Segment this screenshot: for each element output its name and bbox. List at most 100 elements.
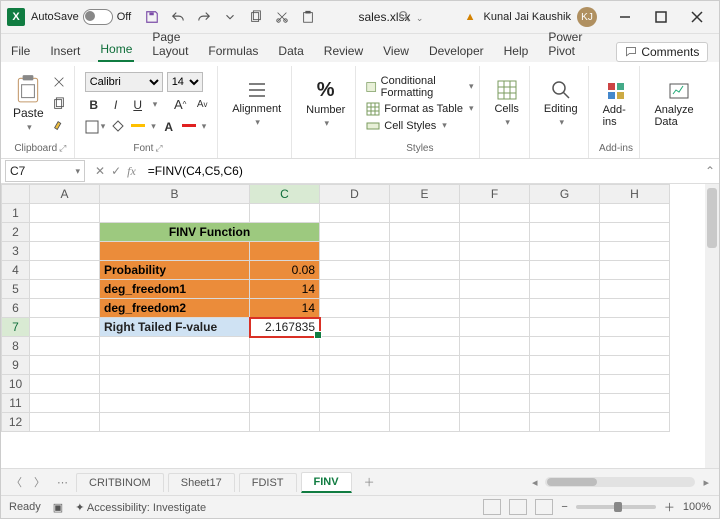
tab-home[interactable]: Home [98, 38, 134, 62]
cell-B3[interactable] [100, 242, 250, 261]
addins-button[interactable]: Add-ins [599, 80, 634, 128]
cell-B6[interactable]: deg_freedom2 [100, 299, 250, 318]
row-3[interactable]: 3 [2, 242, 30, 261]
formula-input[interactable] [142, 161, 701, 181]
editing-button[interactable]: Editing▾ [540, 79, 582, 128]
search-icon[interactable] [397, 9, 411, 26]
conditional-formatting-button[interactable]: Conditional Formatting▾ [366, 75, 473, 99]
page-layout-view-icon[interactable] [509, 499, 527, 515]
filename[interactable]: sales.xlsx ⌄ [358, 10, 423, 24]
cut-icon[interactable] [50, 73, 68, 91]
tab-file[interactable]: File [9, 40, 32, 62]
zoom-in-button[interactable]: ＋ [664, 499, 675, 515]
paste-button[interactable]: Paste▾ [13, 74, 44, 133]
sheet-nav-next-icon[interactable]: 〉 [30, 474, 49, 490]
zoom-slider[interactable] [576, 505, 656, 509]
tab-insert[interactable]: Insert [48, 40, 82, 62]
maximize-button[interactable] [645, 5, 677, 29]
sheet-tab-sheet17[interactable]: Sheet17 [168, 473, 235, 492]
save-icon[interactable] [143, 8, 161, 26]
font-size-select[interactable]: 14 [167, 72, 203, 92]
redo-icon[interactable] [195, 8, 213, 26]
autosave[interactable]: AutoSave Off [31, 9, 131, 25]
horizontal-scrollbar[interactable]: ◂▸ [387, 476, 713, 489]
vertical-scrollbar[interactable] [705, 184, 719, 468]
row-8[interactable]: 8 [2, 337, 30, 356]
font-dialog-launcher-icon[interactable]: ⤢ [155, 143, 162, 154]
row-2[interactable]: 2 [2, 223, 30, 242]
col-H[interactable]: H [600, 185, 670, 204]
row-4[interactable]: 4 [2, 261, 30, 280]
shrink-font-button[interactable]: Av [193, 96, 211, 114]
cell-C4[interactable]: 0.08 [250, 261, 320, 280]
expand-formula-bar-icon[interactable]: ⌃ [701, 164, 719, 178]
row-6[interactable]: 6 [2, 299, 30, 318]
cell-B7[interactable]: Right Tailed F-value [100, 318, 250, 337]
normal-view-icon[interactable] [483, 499, 501, 515]
grow-font-button[interactable]: A^ [171, 96, 189, 114]
macro-record-icon[interactable]: ▣ [53, 501, 63, 514]
col-F[interactable]: F [460, 185, 530, 204]
col-A[interactable]: A [30, 185, 100, 204]
row-7[interactable]: 7 [2, 318, 30, 337]
tab-view[interactable]: View [381, 40, 411, 62]
cell-C7-selected[interactable]: 2.167835 [250, 318, 320, 337]
number-format-button[interactable]: % Number▾ [302, 79, 349, 129]
cell-C6[interactable]: 14 [250, 299, 320, 318]
tab-formulas[interactable]: Formulas [206, 40, 260, 62]
paste-qat-icon[interactable] [299, 8, 317, 26]
grid[interactable]: A B C D E F G H 1 2FINV Function 3 4Prob… [1, 184, 670, 432]
border-button[interactable]: ▾ [85, 118, 106, 136]
avatar[interactable]: KJ [577, 7, 597, 27]
fx-icon[interactable]: fx [127, 164, 136, 179]
user-area[interactable]: ▲ Kunal Jai Kaushik KJ [465, 7, 597, 27]
row-1[interactable]: 1 [2, 204, 30, 223]
col-D[interactable]: D [320, 185, 390, 204]
sheet-tab-fdist[interactable]: FDIST [239, 473, 297, 492]
qat-more-icon[interactable] [221, 8, 239, 26]
cell-C3[interactable] [250, 242, 320, 261]
copy-qat-icon[interactable] [247, 8, 265, 26]
autosave-toggle[interactable] [83, 9, 113, 25]
cut-qat-icon[interactable] [273, 8, 291, 26]
col-C[interactable]: C [250, 185, 320, 204]
bold-button[interactable]: B [85, 96, 103, 114]
cell-B2C2-title[interactable]: FINV Function [100, 223, 320, 242]
col-E[interactable]: E [390, 185, 460, 204]
col-G[interactable]: G [530, 185, 600, 204]
cell-C5[interactable]: 14 [250, 280, 320, 299]
zoom-level[interactable]: 100% [683, 501, 711, 513]
tab-power-pivot[interactable]: Power Pivot [546, 26, 584, 62]
sheet-nav-prev-icon[interactable]: 〈 [7, 474, 26, 490]
underline-button[interactable]: U [129, 96, 147, 114]
select-all-corner[interactable] [2, 185, 30, 204]
close-button[interactable] [681, 5, 713, 29]
tab-data[interactable]: Data [276, 40, 305, 62]
analyze-data-button[interactable]: Analyze Data [650, 80, 707, 128]
row-12[interactable]: 12 [2, 413, 30, 432]
font-color-button[interactable]: A [160, 118, 178, 136]
row-10[interactable]: 10 [2, 375, 30, 394]
enter-formula-icon[interactable]: ✓ [111, 164, 121, 178]
comments-button[interactable]: Comments [616, 42, 708, 62]
col-B[interactable]: B [100, 185, 250, 204]
zoom-out-button[interactable]: − [561, 501, 567, 513]
tab-help[interactable]: Help [502, 40, 531, 62]
worksheet[interactable]: A B C D E F G H 1 2FINV Function 3 4Prob… [1, 184, 719, 468]
minimize-button[interactable] [609, 5, 641, 29]
tab-developer[interactable]: Developer [427, 40, 486, 62]
row-5[interactable]: 5 [2, 280, 30, 299]
sheet-nav-more-icon[interactable]: ⋯ [53, 476, 72, 489]
sheet-tab-finv[interactable]: FINV [301, 472, 352, 493]
cell-B5[interactable]: deg_freedom1 [100, 280, 250, 299]
undo-icon[interactable] [169, 8, 187, 26]
cells-button[interactable]: Cells▾ [490, 79, 522, 128]
add-sheet-button[interactable]: ＋ [356, 474, 383, 490]
cell-styles-button[interactable]: Cell Styles▾ [366, 119, 473, 133]
sheet-tab-critbinom[interactable]: CRITBINOM [76, 473, 164, 492]
font-name-select[interactable]: Calibri [85, 72, 163, 92]
page-break-view-icon[interactable] [535, 499, 553, 515]
alignment-button[interactable]: Alignment▾ [228, 79, 285, 128]
cancel-formula-icon[interactable]: ✕ [95, 164, 105, 178]
row-9[interactable]: 9 [2, 356, 30, 375]
